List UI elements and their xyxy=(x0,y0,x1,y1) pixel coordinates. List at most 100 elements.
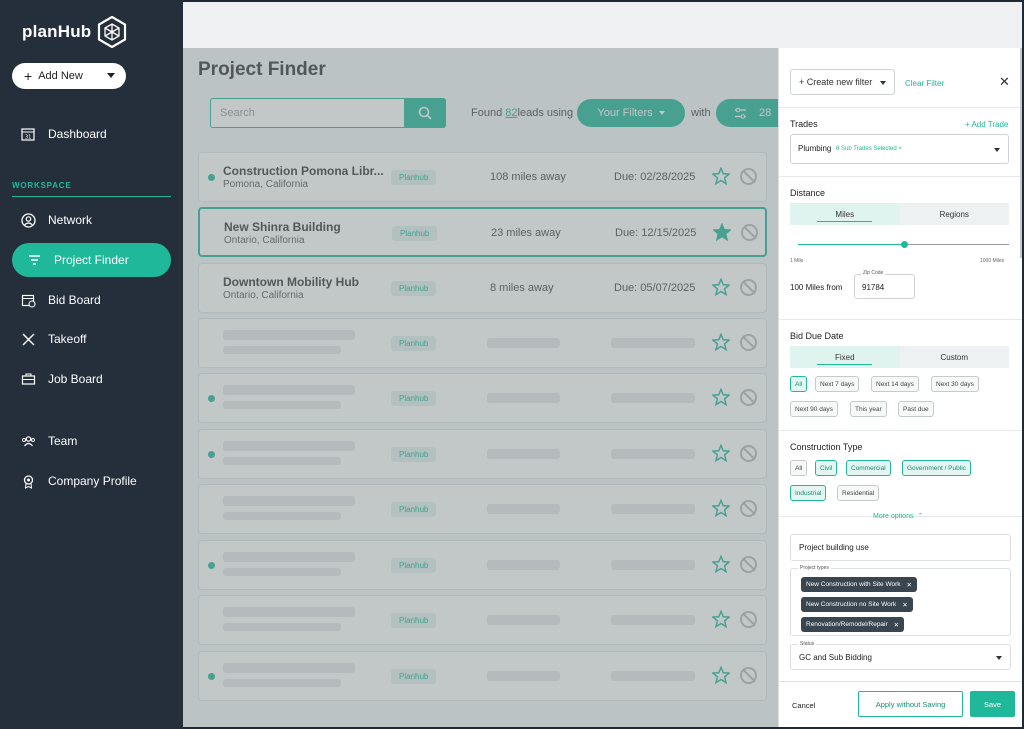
ruler-pencil-icon xyxy=(20,331,36,347)
nav-company-profile[interactable]: Company Profile xyxy=(12,464,171,498)
slider-max-label: 1000 Miles xyxy=(980,258,1005,264)
top-bar xyxy=(183,2,1022,48)
clear-filter-link[interactable]: Clear Filter xyxy=(905,79,944,88)
panel-footer: Cancel Apply without Saving Save xyxy=(779,681,1022,727)
create-filter-label: + Create new filter xyxy=(799,77,873,87)
construction-type-chip[interactable]: Residential xyxy=(837,485,880,501)
project-type-label: New Construction no Site Work xyxy=(806,601,897,608)
distance-title: Distance xyxy=(790,188,826,198)
nav-project-finder[interactable]: Project Finder xyxy=(12,243,171,277)
add-trade-link[interactable]: + Add Trade xyxy=(965,120,1008,129)
nav-dashboard-label: Dashboard xyxy=(48,127,107,141)
miles-from-label: 100 Miles from xyxy=(790,283,843,292)
cancel-button[interactable]: Cancel xyxy=(792,701,815,710)
bid-due-chip[interactable]: Next 14 days xyxy=(871,376,919,392)
bid-due-chip[interactable]: Next 7 days xyxy=(815,376,860,392)
sub-trades-count[interactable]: 6 Sub Trades Selected × xyxy=(836,146,902,152)
construction-type-chip[interactable]: Industrial xyxy=(790,485,827,501)
custom-tab[interactable]: Custom xyxy=(900,346,1010,368)
bid-due-chip[interactable]: All xyxy=(790,376,808,392)
bid-due-chip[interactable]: Next 30 days xyxy=(931,376,979,392)
more-options-label: More options xyxy=(873,513,914,520)
nav-takeoff-label: Takeoff xyxy=(48,332,87,346)
bid-due-title: Bid Due Date xyxy=(790,331,844,341)
nav-network[interactable]: Network xyxy=(12,203,171,237)
project-type-chip[interactable]: Renovation/Remodel/Repair ✕ xyxy=(801,617,905,632)
nav-takeoff[interactable]: Takeoff xyxy=(12,322,171,356)
panel-scrollbar[interactable] xyxy=(1020,48,1022,258)
zip-code-value[interactable]: 91784 xyxy=(862,283,884,292)
nav-bid-board[interactable]: Bid Board xyxy=(12,283,171,317)
project-type-chip[interactable]: New Construction no Site Work ✕ xyxy=(801,597,913,612)
miles-tab[interactable]: Miles xyxy=(790,203,900,225)
construction-type-chip[interactable]: Civil xyxy=(815,460,838,476)
more-options-toggle[interactable]: More options ⌃ xyxy=(873,512,923,520)
construction-type-chip[interactable]: Government / Public xyxy=(902,460,971,476)
caret-down-icon xyxy=(107,73,115,78)
remove-icon[interactable]: ✕ xyxy=(902,601,907,609)
distance-slider-handle[interactable] xyxy=(901,241,908,248)
building-use-field[interactable]: Project building use xyxy=(790,534,1011,561)
caret-down-icon xyxy=(880,81,886,85)
construction-type-chip[interactable]: Commercial xyxy=(846,460,891,476)
remove-icon[interactable]: ✕ xyxy=(907,581,912,589)
trades-title: Trades xyxy=(790,119,818,129)
funnel-icon xyxy=(26,252,42,268)
zip-code-caption: Zip Code xyxy=(861,270,886,276)
trades-section: Trades + Add Trade Plumbing 6 Sub Trades… xyxy=(779,108,1022,177)
distance-slider-fill xyxy=(798,244,904,245)
nav-company-profile-label: Company Profile xyxy=(48,474,137,488)
briefcase-icon xyxy=(20,371,36,387)
nav-bid-board-label: Bid Board xyxy=(48,293,101,307)
bid-due-chip[interactable]: This year xyxy=(850,401,887,417)
nav-project-finder-label: Project Finder xyxy=(54,253,129,267)
badge-icon xyxy=(20,473,36,489)
sidebar: planHub + Add New 31 Dashboard WORKSPACE… xyxy=(0,0,183,729)
svg-text:31: 31 xyxy=(25,135,31,141)
logo[interactable]: planHub xyxy=(22,16,127,48)
create-filter-button[interactable]: + Create new filter xyxy=(790,69,895,95)
workspace-divider xyxy=(12,196,171,197)
fixed-tab[interactable]: Fixed xyxy=(790,346,900,368)
user-circle-icon xyxy=(20,212,36,228)
workspace-heading: WORKSPACE xyxy=(12,181,72,190)
caret-down-icon xyxy=(996,656,1002,660)
project-types-field[interactable]: Project types New Construction with Site… xyxy=(790,565,1011,636)
status-value: GC and Sub Bidding xyxy=(799,653,872,662)
logo-icon xyxy=(98,16,127,48)
nav-team[interactable]: Team xyxy=(12,424,171,458)
calendar-icon xyxy=(20,292,36,308)
filter-panel: + Create new filter Clear Filter ✕ Trade… xyxy=(778,48,1022,727)
save-button[interactable]: Save xyxy=(970,691,1015,717)
building-use-placeholder: Project building use xyxy=(799,543,869,552)
construction-type-chip[interactable]: All xyxy=(790,460,808,476)
zip-code-field[interactable]: Zip Code 91784 xyxy=(854,270,915,299)
project-type-label: New Construction with Site Work xyxy=(806,581,901,588)
nav-team-label: Team xyxy=(48,434,78,448)
brand-name: planHub xyxy=(22,22,92,41)
add-new-label: Add New xyxy=(38,70,83,82)
nav-network-label: Network xyxy=(48,213,93,227)
panel-header: + Create new filter Clear Filter ✕ xyxy=(779,48,1022,108)
close-icon[interactable]: ✕ xyxy=(999,74,1010,90)
nav-job-board[interactable]: Job Board xyxy=(12,362,171,396)
nav-job-board-label: Job Board xyxy=(48,372,103,386)
status-select[interactable]: Status GC and Sub Bidding xyxy=(790,641,1011,670)
add-new-button[interactable]: + Add New xyxy=(12,63,126,89)
bid-due-chip[interactable]: Past due xyxy=(898,401,934,417)
chevron-up-icon: ⌃ xyxy=(915,513,924,520)
bid-due-toggle: Fixed Custom xyxy=(790,346,1009,368)
project-type-label: Renovation/Remodel/Repair xyxy=(806,621,888,628)
regions-tab[interactable]: Regions xyxy=(900,203,1010,225)
project-types-caption: Project types xyxy=(798,565,831,571)
nav-dashboard[interactable]: 31 Dashboard xyxy=(12,117,171,151)
trade-name: Plumbing xyxy=(798,144,832,153)
project-type-chip[interactable]: New Construction with Site Work ✕ xyxy=(801,577,917,592)
trade-select[interactable]: Plumbing 6 Sub Trades Selected × xyxy=(790,134,1009,164)
remove-icon[interactable]: ✕ xyxy=(894,621,899,629)
bid-due-chip[interactable]: Next 90 days xyxy=(790,401,838,417)
modal-overlay[interactable] xyxy=(183,48,778,727)
slider-min-label: 1 Mile xyxy=(790,258,804,264)
team-icon xyxy=(20,433,36,449)
apply-without-saving-button[interactable]: Apply without Saving xyxy=(858,691,963,717)
